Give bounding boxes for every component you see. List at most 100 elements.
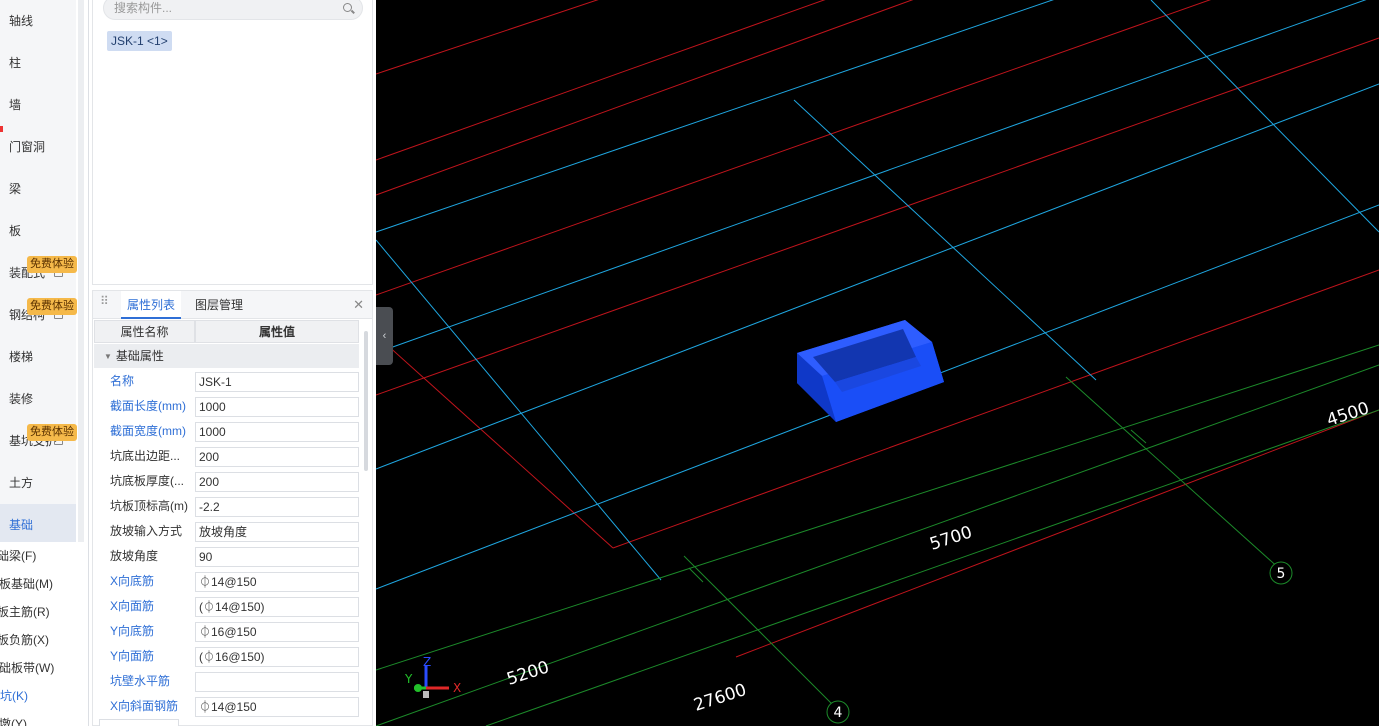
property-row: X向斜面钢筋 ⏀14@150 — [94, 694, 359, 719]
property-name: X向底筋 — [110, 574, 155, 588]
sub-item[interactable]: 基础板带(W) — [0, 654, 84, 682]
dimension-label: 5200 — [504, 657, 551, 689]
svg-text:5: 5 — [1277, 566, 1286, 582]
nav-item-label: 门窗洞 — [9, 140, 46, 154]
search-input[interactable] — [114, 0, 334, 17]
property-value-field[interactable]: 1000 — [195, 422, 359, 442]
nav-item[interactable]: 门窗洞 — [0, 126, 76, 168]
property-name: 截面长度(mm) — [110, 399, 186, 413]
nav-item[interactable]: 墙 — [0, 84, 76, 126]
property-row: 放坡角度 90 — [94, 544, 359, 569]
sump-pit-model[interactable] — [797, 320, 944, 422]
coordinate-triad: Z Y X — [404, 655, 461, 698]
nav-item[interactable]: 柱 — [0, 42, 76, 84]
3d-viewport[interactable]: 5 4 4500 5700 5200 27600 Z Y X — [376, 0, 1379, 726]
property-value-field[interactable]: 放坡角度 — [195, 522, 359, 542]
nav-item[interactable]: 楼梯 — [0, 336, 76, 378]
model-canvas[interactable]: 5 4 4500 5700 5200 27600 Z Y X — [376, 0, 1379, 726]
column-divider — [88, 0, 89, 726]
component-list-panel: JSK-1 <1> — [92, 0, 373, 285]
property-name: 放坡输入方式 — [110, 524, 183, 538]
nav-item[interactable]: 装配式 免费体验 — [0, 252, 77, 294]
property-name: 坑底出边距... — [110, 449, 181, 463]
drag-handle-icon[interactable]: ⠿ — [100, 295, 109, 307]
notification-dot — [0, 126, 3, 132]
free-trial-badge: 免费体验 — [27, 424, 77, 441]
column-header-value: 属性值 — [195, 320, 359, 343]
property-row: 坑底出边距... 200 — [94, 444, 359, 469]
tab-layer-management[interactable]: 图层管理 — [189, 291, 249, 319]
sub-item[interactable]: 筏板基础(M) — [0, 570, 84, 598]
sub-item[interactable]: 集水坑(K) — [0, 682, 84, 710]
property-row: X向面筋 (⏀14@150) — [94, 594, 359, 619]
foundation-subtype-list: 基础梁(F) 筏板基础(M) 筏板主筋(R) 筏板负筋(X) 基础板带(W) 集水坑(K)… — [0, 542, 84, 726]
sub-item[interactable]: 筏板主筋(R) — [0, 598, 84, 626]
property-name: Y向面筋 — [110, 649, 155, 663]
nav-item-label: 柱 — [9, 56, 22, 70]
nav-item[interactable]: 基坑支护 免费体验 — [0, 420, 77, 462]
nav-item-label: 装修 — [9, 392, 34, 406]
category-nav: 轴线柱墙门窗洞梁板装配式 免费体验 钢结构 免费体验 楼梯装修基坑支护 免费体验土方基础 — [0, 0, 77, 546]
property-value-field[interactable]: (⏀14@150) — [195, 597, 359, 617]
property-value-field[interactable]: 1000 — [195, 397, 359, 417]
property-row: 截面宽度(mm) 1000 — [94, 419, 359, 444]
property-value-field[interactable]: JSK-1 — [195, 372, 359, 392]
nav-item[interactable]: 基础 — [0, 504, 76, 546]
property-value-field[interactable]: 200 — [195, 447, 359, 467]
sub-item[interactable]: 筏板负筋(X) — [0, 626, 84, 654]
nav-item[interactable]: 梁 — [0, 168, 76, 210]
property-name: 放坡角度 — [110, 549, 159, 563]
sub-item-label: 基础板带(W) — [0, 661, 55, 675]
dimension-label: 4500 — [1324, 398, 1371, 430]
nav-item[interactable]: 轴线 — [0, 0, 76, 42]
axis-bubble-5: 5 — [1269, 561, 1293, 585]
property-row: 截面长度(mm) 1000 — [94, 394, 359, 419]
nav-item[interactable]: 钢结构 免费体验 — [0, 294, 77, 336]
svg-text:X: X — [453, 681, 461, 695]
property-name: 坑板顶标高(m) — [110, 499, 188, 513]
close-icon[interactable]: ✕ — [353, 297, 364, 313]
property-value-field[interactable]: ⏀14@150 — [195, 572, 359, 592]
nav-item[interactable]: 土方 — [0, 462, 76, 504]
tab-property-list[interactable]: 属性列表 — [121, 291, 182, 319]
sub-item-label: 筏板主筋(R) — [0, 605, 50, 619]
property-value-field[interactable]: 200 — [195, 472, 359, 492]
group-basic-properties[interactable]: ▼ 基础属性 — [94, 344, 359, 368]
collapse-triangle-icon[interactable]: ▼ — [104, 345, 112, 369]
property-value-field[interactable]: 90 — [195, 547, 359, 567]
property-value-field[interactable]: -2.2 — [195, 497, 359, 517]
bottom-tab-edge — [99, 719, 179, 726]
property-tabs: ⠿ 属性列表 图层管理 ✕ — [93, 291, 372, 319]
component-item-jsk-1[interactable]: JSK-1 <1> — [107, 31, 172, 51]
sub-item[interactable]: 基础梁(F) — [0, 542, 84, 570]
svg-text:Z: Z — [423, 655, 431, 669]
sub-item[interactable]: 柱墩(Y) — [0, 710, 84, 726]
search-icon[interactable] — [343, 3, 352, 12]
property-name: 截面宽度(mm) — [110, 424, 186, 438]
search-box — [103, 0, 363, 20]
nav-item[interactable]: 装修 — [0, 378, 76, 420]
property-row: 坑壁水平筋 — [94, 669, 359, 694]
property-row: Y向面筋 (⏀16@150) — [94, 644, 359, 669]
nav-item-label: 轴线 — [9, 14, 34, 28]
property-row: 放坡输入方式 放坡角度 — [94, 519, 359, 544]
svg-text:4: 4 — [834, 705, 843, 721]
property-scrollbar[interactable] — [364, 331, 368, 471]
property-panel: ⠿ 属性列表 图层管理 ✕ 属性名称 属性值 ▼ 基础属性 名称 JSK-1 截面长度… — [92, 290, 373, 726]
collapse-panel-button[interactable]: ‹ — [376, 307, 393, 365]
property-row: X向底筋 ⏀14@150 — [94, 569, 359, 594]
dimension-label: 27600 — [691, 680, 749, 716]
property-name: 坑底板厚度(... — [110, 474, 184, 488]
property-row: Y向底筋 ⏀16@150 — [94, 619, 359, 644]
column-header-name: 属性名称 — [94, 320, 195, 343]
nav-item-label: 墙 — [9, 98, 22, 112]
property-value-field[interactable]: ⏀16@150 — [195, 622, 359, 642]
property-value-field[interactable]: (⏀16@150) — [195, 647, 359, 667]
property-value-field[interactable]: ⏀14@150 — [195, 697, 359, 717]
property-value-field[interactable] — [195, 672, 359, 692]
nav-item-label: 土方 — [9, 476, 34, 490]
sub-item-label: 柱墩(Y) — [0, 717, 27, 726]
nav-item[interactable]: 板 — [0, 210, 76, 252]
property-name: 名称 — [110, 374, 135, 388]
sub-item-label: 基础梁(F) — [0, 549, 37, 563]
